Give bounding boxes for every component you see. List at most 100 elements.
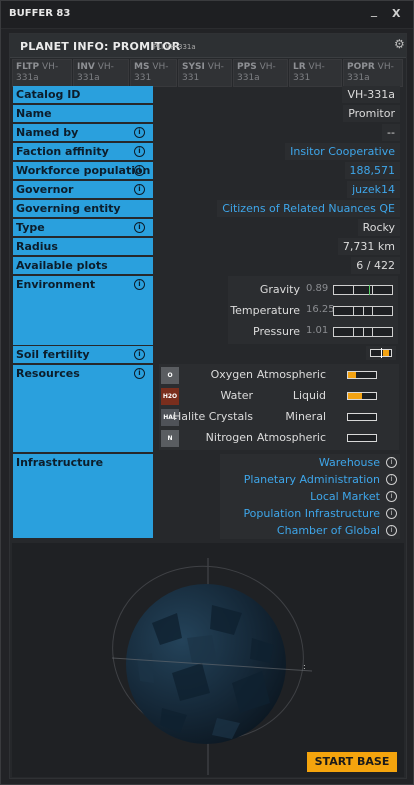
env-name: Pressure	[253, 325, 300, 338]
label-radius: Radius	[13, 238, 153, 255]
minimize-button[interactable]: _	[371, 3, 377, 17]
tab-code: PPS	[237, 62, 257, 72]
info-icon[interactable]: i	[134, 165, 145, 176]
field-label: Governing entity	[16, 202, 121, 215]
panel-subtitle: PLI VH-331a	[153, 43, 196, 51]
tab-code: POPR	[347, 62, 375, 72]
label-environment: Environment	[13, 276, 153, 345]
info-icon[interactable]: i	[386, 491, 397, 502]
window-title: BUFFER 83	[9, 8, 71, 19]
info-icon[interactable]: i	[386, 474, 397, 485]
resource-n[interactable]: N Nitrogen Atmospheric	[159, 428, 399, 449]
window-titlebar[interactable]: BUFFER 83 _ X	[1, 1, 413, 29]
field-label: Environment	[16, 278, 96, 291]
gear-icon[interactable]: ⚙	[394, 37, 405, 51]
label-catalog-id: Catalog ID	[13, 86, 153, 103]
tab-ms[interactable]: MS VH-331	[130, 59, 177, 87]
value-named-by: --	[382, 124, 400, 141]
scale-tick	[372, 306, 374, 316]
label-plots: Available plots	[13, 257, 153, 274]
label-governor: Governor	[13, 181, 153, 198]
info-icon[interactable]: i	[134, 349, 145, 360]
field-label: Available plots	[16, 259, 108, 272]
material-icon[interactable]: H2O	[161, 388, 179, 405]
tab-code: INV	[77, 62, 95, 72]
material-icon[interactable]: N	[161, 430, 179, 447]
resource-o[interactable]: O Oxygen Atmospheric	[159, 365, 399, 386]
resource-concentration-bar	[347, 392, 377, 400]
value-name: Promitor	[343, 105, 400, 122]
soil-bar-fill	[383, 350, 389, 356]
infrastructure-link[interactable]: Local Market	[310, 490, 380, 503]
info-icon[interactable]: i	[134, 146, 145, 157]
tab-code: SYSI	[182, 62, 205, 72]
infrastructure-item[interactable]: Chamber of Global Commercei	[220, 522, 400, 554]
env-value: 1.01	[306, 325, 329, 336]
resource-h2o[interactable]: H2O Water Liquid	[159, 386, 399, 407]
resource-name: Oxygen	[210, 368, 253, 381]
info-icon[interactable]: i	[386, 525, 397, 536]
close-button[interactable]: X	[392, 7, 400, 20]
value-type: Rocky	[357, 219, 400, 236]
info-icon[interactable]: i	[134, 222, 145, 233]
resource-type: Liquid	[292, 389, 326, 402]
info-icon[interactable]: i	[134, 127, 145, 138]
soil-bar-marker	[381, 348, 382, 358]
label-type: Type	[13, 219, 153, 236]
field-label: Name	[16, 107, 52, 120]
value-workforce[interactable]: 188,571	[344, 162, 400, 179]
planet-globe[interactable]: :	[12, 543, 404, 777]
resource-bar-fill	[348, 372, 357, 378]
info-icon[interactable]: i	[134, 368, 145, 379]
infrastructure-link[interactable]: Warehouse	[319, 456, 380, 469]
infrastructure-item[interactable]: Planetary Administration Centeri	[220, 471, 400, 503]
resource-name: Water	[220, 389, 253, 402]
infrastructure-link[interactable]: Population Infrastructure	[243, 507, 380, 520]
field-label: Catalog ID	[16, 88, 81, 101]
resource-hal[interactable]: HAL Halite Crystals Mineral	[159, 407, 399, 428]
info-icon[interactable]: i	[386, 457, 397, 468]
soil-bar	[370, 348, 392, 358]
resource-name: Halite Crystals	[173, 410, 253, 423]
start-base-button[interactable]: START BASE	[307, 752, 397, 772]
resource-concentration-bar	[347, 413, 377, 421]
info-icon[interactable]: i	[134, 279, 145, 290]
env-gravity: Gravity 0.89	[228, 280, 398, 300]
label-governing-entity: Governing entity	[13, 200, 153, 217]
tab-inv[interactable]: INV VH-331a	[73, 59, 129, 87]
env-scale	[333, 327, 393, 337]
value-governor[interactable]: juzek14	[347, 181, 400, 198]
tab-code: LR	[293, 62, 306, 72]
field-label: Resources	[16, 367, 80, 380]
env-name: Gravity	[259, 283, 300, 296]
value-faction[interactable]: Insitor Cooperative	[285, 143, 400, 160]
scale-tick	[372, 327, 374, 337]
resource-type: Mineral	[285, 410, 326, 423]
field-label: Radius	[16, 240, 58, 253]
tab-pps[interactable]: PPS VH-331a	[233, 59, 288, 87]
info-icon[interactable]: i	[134, 184, 145, 195]
material-icon[interactable]: O	[161, 367, 179, 384]
infrastructure-item[interactable]: Warehouse i	[220, 454, 400, 471]
label-resources: Resources	[13, 365, 153, 452]
scale-marker	[363, 306, 364, 316]
scale-tick	[353, 285, 355, 295]
infrastructure-item[interactable]: Population Infrastructure i	[220, 505, 400, 522]
tab-lr[interactable]: LR VH-331	[289, 59, 342, 87]
field-label: Faction affinity	[16, 145, 109, 158]
info-icon[interactable]: i	[386, 508, 397, 519]
field-label: Type	[16, 221, 45, 234]
tab-popr[interactable]: POPR VH-331a	[343, 59, 403, 87]
value-governing-entity[interactable]: Citizens of Related Nuances QE	[217, 200, 400, 217]
resource-concentration-bar	[347, 434, 377, 442]
tab-code: FLTP	[16, 62, 40, 72]
field-label: Named by	[16, 126, 79, 139]
environment-box: Gravity 0.89 Temperature 16.25 Pressure 1.01	[228, 276, 398, 344]
planet-info-panel: PLANET INFO: PROMITOR PLI VH-331a ⚙ FLTP…	[9, 33, 407, 779]
tab-fltp[interactable]: FLTP VH-331a	[12, 59, 72, 87]
field-label: Governor	[16, 183, 74, 196]
infrastructure-item[interactable]: Local Market i	[220, 488, 400, 505]
planet-view[interactable]: :	[12, 543, 404, 777]
env-scale	[333, 306, 393, 316]
tab-sysi[interactable]: SYSI VH-331	[178, 59, 232, 87]
